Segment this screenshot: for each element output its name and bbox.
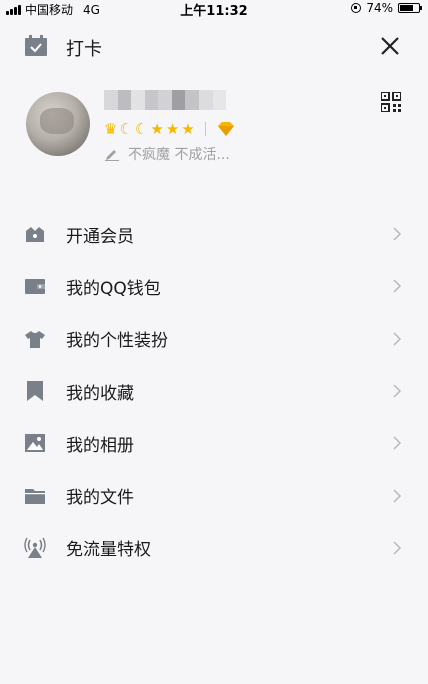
menu-item-label: 我的收藏 — [66, 383, 134, 404]
menu-item-theme[interactable]: 我的个性装扮 — [0, 313, 428, 365]
status-right: 74% — [351, 1, 422, 15]
menu-item-label: 开通会员 — [66, 226, 134, 247]
chevron-right-icon — [393, 227, 402, 241]
broadcast-icon — [24, 537, 46, 558]
menu-item-vip[interactable]: 开通会员 — [0, 208, 428, 260]
star-icon: ★ — [165, 120, 180, 138]
folder-icon — [25, 488, 45, 504]
chevron-right-icon — [393, 279, 402, 293]
drawer-menu: 开通会员 我的QQ钱包 我的个性装扮 我的收藏 我的相册 我的文件 免流量特权 — [0, 208, 428, 574]
moon-icon: ☾ — [119, 120, 133, 138]
crown-icon — [26, 227, 44, 243]
rotation-lock-icon — [351, 3, 362, 13]
chevron-right-icon — [393, 436, 402, 450]
avatar-face — [40, 108, 74, 134]
menu-item-label: 我的QQ钱包 — [66, 278, 161, 299]
badge-divider — [204, 122, 206, 136]
profile-section: ♛ ☾ ☾ ★ ★ ★ 不疯魔 不成活... — [0, 84, 428, 174]
pencil-icon — [105, 150, 119, 161]
tshirt-icon — [25, 330, 45, 348]
star-icon: ★ — [150, 120, 164, 138]
status-bar: 中国移动 4G 上午11:32 74% — [0, 0, 428, 19]
vip-diamond-icon — [217, 122, 234, 136]
moon-icon: ☾ — [134, 120, 149, 138]
menu-item-label: 我的个性装扮 — [66, 331, 168, 352]
image-icon — [25, 434, 45, 453]
battery-fill — [400, 5, 414, 11]
bookmark-icon — [27, 381, 43, 402]
menu-item-free-data[interactable]: 免流量特权 — [0, 522, 428, 574]
close-icon[interactable] — [376, 32, 404, 60]
calendar-check-icon[interactable] — [24, 35, 48, 57]
menu-item-files[interactable]: 我的文件 — [0, 469, 428, 521]
battery-icon — [398, 3, 422, 13]
signature[interactable]: 不疯魔 不成活... — [104, 144, 230, 164]
chevron-right-icon — [393, 489, 402, 503]
qr-code-icon[interactable] — [381, 92, 401, 112]
menu-item-label: 我的文件 — [66, 488, 134, 509]
checkin-label[interactable]: 打卡 — [66, 35, 102, 61]
menu-item-wallet[interactable]: 我的QQ钱包 — [0, 260, 428, 312]
crown-icon: ♛ — [104, 120, 118, 138]
battery-percent: 74% — [366, 1, 393, 15]
menu-item-label: 免流量特权 — [66, 540, 151, 561]
menu-item-album[interactable]: 我的相册 — [0, 417, 428, 469]
avatar[interactable] — [26, 92, 90, 156]
level-badges[interactable]: ♛ ☾ ☾ ★ ★ ★ — [104, 120, 236, 138]
star-icon: ★ — [181, 120, 195, 138]
menu-item-label: 我的相册 — [66, 435, 134, 456]
chevron-right-icon — [393, 541, 402, 555]
menu-item-favorites[interactable]: 我的收藏 — [0, 365, 428, 417]
chevron-right-icon — [393, 384, 402, 398]
chevron-right-icon — [393, 332, 402, 346]
signature-text: 不疯魔 不成活... — [128, 147, 230, 163]
drawer-header: 打卡 — [0, 28, 428, 64]
nickname-redacted[interactable] — [104, 90, 227, 110]
wallet-icon — [25, 279, 45, 295]
